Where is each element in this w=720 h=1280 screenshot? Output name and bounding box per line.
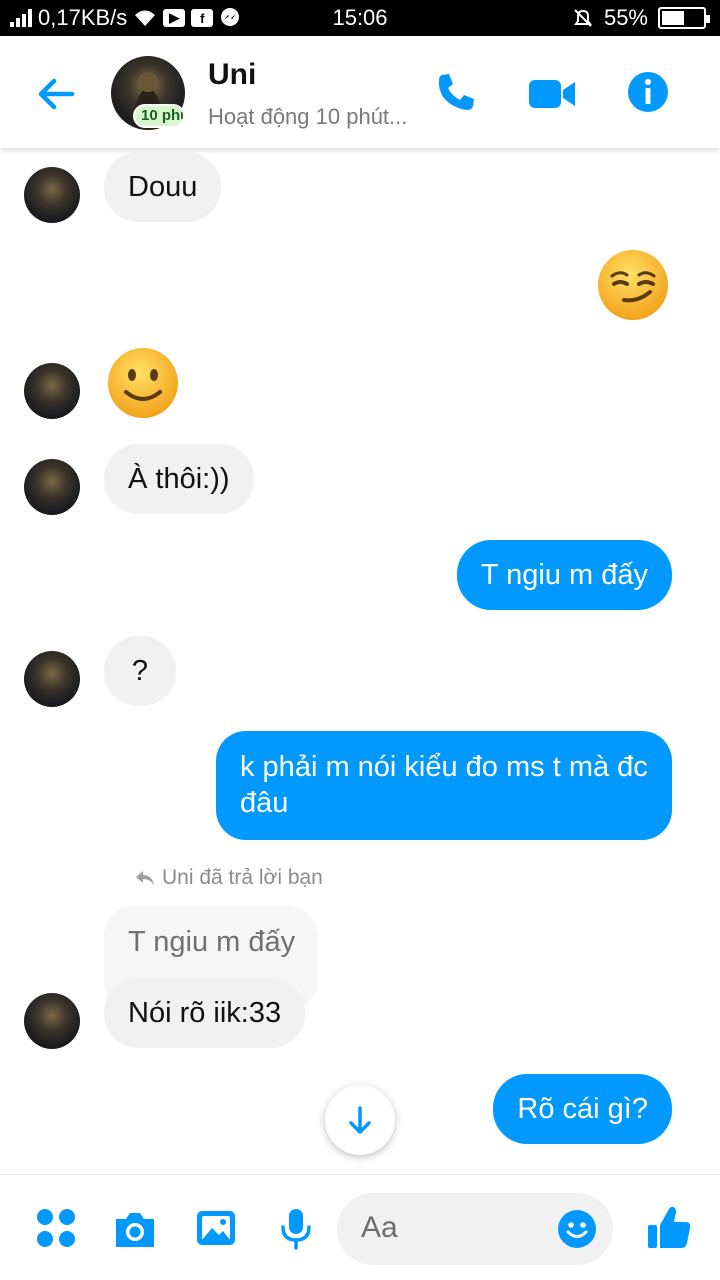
message-bubble[interactable]: Nói rõ iik:33 — [104, 978, 306, 1048]
sender-avatar[interactable] — [24, 651, 80, 707]
thumbs-up-icon[interactable] — [646, 1203, 692, 1251]
sender-avatar[interactable] — [24, 459, 80, 515]
chat-header: Uni Hoạt động 10 phút... — [0, 36, 720, 148]
scroll-to-bottom-button[interactable] — [325, 1085, 395, 1155]
arrow-left-icon[interactable] — [34, 74, 78, 114]
info-icon[interactable] — [626, 70, 670, 114]
message-bubble[interactable]: ? — [104, 636, 176, 706]
active-badge: 10 phút — [133, 104, 185, 128]
arrow-down-icon — [349, 1106, 371, 1134]
message-composer: Aa — [0, 1174, 720, 1280]
message-line: k phải m nói kiểu đo ms t mà đc — [240, 751, 648, 783]
contact-name[interactable]: Uni — [208, 58, 256, 92]
message-bubble[interactable]: Rõ cái gì? — [493, 1074, 672, 1144]
sender-avatar[interactable] — [24, 363, 80, 419]
bell-muted-icon — [574, 9, 592, 27]
emoji-icon[interactable] — [557, 1209, 597, 1249]
message-bubble[interactable]: Douu — [104, 152, 222, 222]
messenger-chat-screen: 0,17KB/s ▶ f 15:06 55% Uni Hoạt động 10 … — [0, 0, 720, 1280]
message-bubble[interactable]: À thôi:)) — [104, 444, 254, 514]
reply-note-text: Uni đã trả lời bạn — [162, 866, 323, 889]
reply-icon — [136, 871, 154, 885]
microphone-icon[interactable] — [274, 1206, 318, 1250]
message-input[interactable]: Aa — [337, 1193, 613, 1265]
message-bubble[interactable]: k phải m nói kiểu đo ms t mà đc đâu — [216, 731, 672, 840]
phone-icon[interactable] — [434, 70, 478, 114]
status-bar: 0,17KB/s ▶ f 15:06 55% — [0, 0, 720, 36]
camera-icon[interactable] — [113, 1207, 157, 1251]
gallery-icon[interactable] — [194, 1206, 238, 1250]
message-bubble[interactable]: T ngiu m đấy — [456, 540, 672, 610]
activity-status: Hoạt động 10 phút... — [208, 104, 408, 129]
message-line: đâu — [240, 787, 289, 819]
apps-grid-icon[interactable] — [34, 1206, 78, 1250]
battery-icon — [658, 7, 710, 29]
battery-percent: 55% — [603, 5, 648, 30]
sender-avatar[interactable] — [24, 993, 80, 1049]
slightly-smiling-face-icon[interactable] — [106, 346, 180, 420]
smirking-face-icon[interactable] — [596, 248, 670, 322]
video-camera-icon[interactable] — [528, 72, 576, 116]
status-right: 55% — [572, 4, 710, 32]
reply-note: Uni đã trả lời bạn — [134, 866, 323, 890]
sender-avatar[interactable] — [24, 167, 80, 223]
message-input-placeholder: Aa — [361, 1211, 398, 1244]
